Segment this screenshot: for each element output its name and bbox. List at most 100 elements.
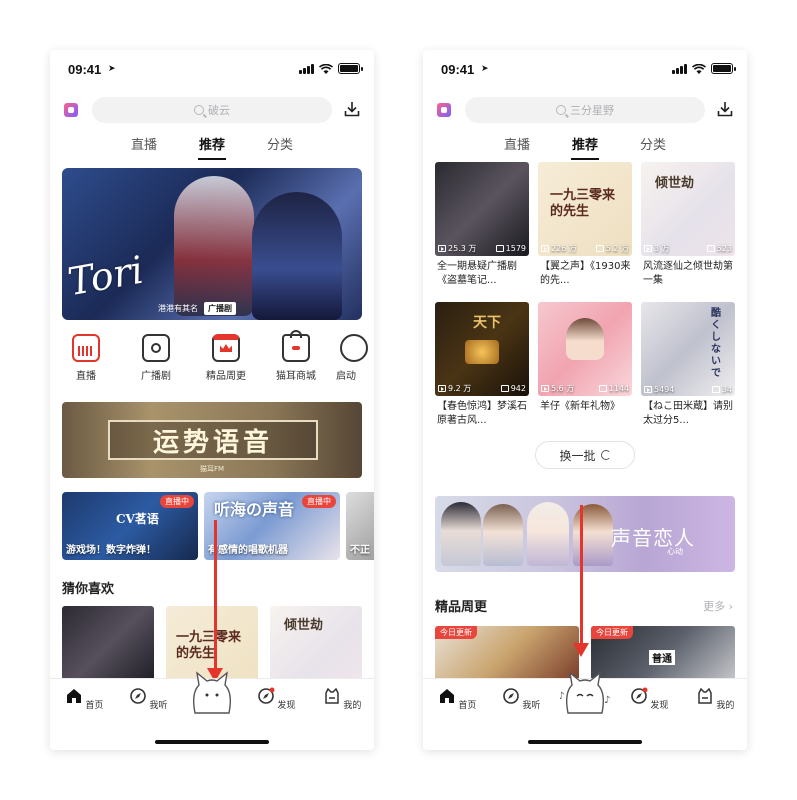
thumb-decoration (465, 340, 499, 364)
battery-icon (711, 63, 736, 74)
search-input[interactable]: 三分星野 (465, 97, 705, 123)
live-icon (72, 334, 100, 362)
quick-link-label: 广播剧 (141, 371, 171, 382)
status-time: 09:41 (441, 62, 475, 77)
refresh-button[interactable]: 换一批 (535, 441, 635, 469)
recommend-thumb[interactable] (62, 606, 154, 686)
cat-mascot-icon[interactable] (187, 669, 237, 717)
app-logo-icon[interactable] (64, 103, 78, 117)
recommend-thumb[interactable]: 酷くしないで 5494 34 (641, 302, 735, 396)
cat-mascot-icon[interactable]: ♪ ♪ (560, 669, 610, 717)
svg-text:♪: ♪ (560, 691, 564, 702)
quick-link-label: 直播 (76, 371, 96, 382)
comment-count: 1579 (505, 244, 526, 253)
live-card[interactable]: CV茗语 直播中 游戏场！数字炸弹！ (62, 492, 198, 560)
tab-category[interactable]: 分类 (640, 134, 666, 158)
recommend-thumb[interactable]: 25.3 万 1579 (435, 162, 529, 256)
tab-label: 我的 (343, 701, 362, 711)
quick-link-shop[interactable]: 猫耳商城 (266, 330, 326, 382)
recommend-thumb[interactable]: 5.6 万 1144 (538, 302, 632, 396)
tab-recommend[interactable]: 推荐 (199, 134, 225, 158)
thumb-caption: 【ねこ田米蔵】请别太过分5... (643, 401, 733, 426)
thumb-stats: 25.3 万 1579 (438, 243, 526, 254)
play-count-icon (541, 245, 549, 252)
top-tabs: 直播 推荐 分类 (50, 134, 374, 158)
status-bar: 09:41 ➤ (50, 50, 374, 90)
tab-me[interactable]: 我的 (322, 687, 362, 711)
banner-character (483, 504, 523, 566)
tab-home[interactable]: 首页 (437, 687, 477, 711)
play-count-icon (438, 385, 446, 392)
signal-icon (672, 63, 687, 74)
home-indicator (155, 740, 269, 744)
play-count: 3 万 (654, 244, 670, 253)
tab-recommend[interactable]: 推荐 (572, 134, 598, 158)
tab-live[interactable]: 直播 (504, 134, 530, 158)
thumb-stats: 9.2 万 942 (438, 383, 526, 394)
download-icon[interactable] (344, 101, 360, 117)
comment-count: 34 (721, 385, 732, 394)
thumb-art-text: 天下 (473, 315, 501, 331)
tab-label: 我的 (716, 701, 735, 711)
fortune-voice-banner[interactable]: 运势语音 猫耳FM (62, 402, 362, 478)
recommend-thumb[interactable]: 一九三零来的先生 226 万 5.2 万 (538, 162, 632, 256)
tab-discover[interactable]: 发现 (256, 687, 296, 711)
discover-icon (630, 687, 648, 704)
search-input[interactable]: 破云 (92, 97, 332, 123)
tab-discover[interactable]: 发现 (629, 687, 669, 711)
play-count: 9.2 万 (448, 384, 472, 393)
banner-caption-main: 港港有其名 (158, 303, 198, 313)
header: 破云 (50, 96, 374, 124)
hero-banner[interactable]: Tori 港港有其名 广播剧 (62, 168, 362, 320)
weekly-thumb[interactable]: 今日更新 (435, 626, 579, 682)
tab-category[interactable]: 分类 (267, 134, 293, 158)
home-icon (439, 689, 454, 703)
location-arrow-icon: ➤ (481, 64, 489, 74)
voice-lover-banner[interactable]: 声音恋人 心动 (435, 496, 735, 572)
play-count-icon (644, 245, 652, 252)
live-card[interactable]: 听海の声音 直播中 有感情的唱歌机器 (204, 492, 340, 560)
quick-link-radio-drama[interactable]: 广播剧 (126, 332, 186, 382)
section-title-guess: 猜你喜欢 (62, 582, 115, 597)
search-icon (194, 105, 204, 115)
thumb-art-text: 倾世劫 (284, 618, 324, 633)
radio-icon (142, 334, 170, 362)
more-link[interactable]: 更多 › (703, 598, 733, 614)
comment-count-icon (500, 385, 509, 392)
app-logo-icon[interactable] (437, 103, 451, 117)
banner-caption-tag: 广播剧 (204, 301, 236, 315)
tab-listen[interactable]: 我听 (501, 687, 541, 711)
bottom-tab-bar: 首页 我听 发现 我的 (50, 671, 374, 750)
canvas: 09:41 ➤ 破云 直播 推荐 分类 Tori 港港有其名 广播剧 直播 广播… (0, 0, 797, 800)
comment-count-icon (598, 385, 607, 392)
tab-me[interactable]: 我的 (695, 687, 735, 711)
recommend-thumb[interactable]: 倾世劫 (270, 606, 362, 686)
live-card[interactable]: 不正 (346, 492, 374, 560)
refresh-icon (600, 450, 611, 460)
play-count-icon (541, 385, 549, 392)
download-icon[interactable] (717, 101, 733, 117)
live-card-art: CV茗语 (116, 512, 159, 526)
location-arrow-icon: ➤ (108, 64, 116, 74)
status-bar: 09:41 ➤ (423, 50, 747, 90)
weekly-thumb[interactable]: 今日更新 普通 (591, 626, 735, 682)
play-count-icon (438, 245, 446, 252)
tab-home[interactable]: 首页 (64, 687, 104, 711)
tab-label: 我听 (522, 701, 541, 711)
comment-count: 523 (716, 244, 732, 253)
play-count: 5.6 万 (551, 384, 575, 393)
banner-character (441, 502, 481, 566)
tab-listen[interactable]: 我听 (128, 687, 168, 711)
tab-live[interactable]: 直播 (131, 134, 157, 158)
quick-link-weekly[interactable]: 精品周更 (196, 332, 256, 382)
svg-text:♪: ♪ (604, 695, 610, 706)
thumb-caption: 【翼之声】《1930来的先... (540, 261, 631, 286)
recommend-thumb[interactable]: 倾世劫 3 万 523 (641, 162, 735, 256)
quick-link-live[interactable]: 直播 (56, 332, 116, 382)
quick-link-more[interactable]: 启动 (336, 332, 374, 382)
banner-character (573, 504, 613, 566)
recommend-thumb[interactable]: 天下 9.2 万 942 (435, 302, 529, 396)
banner-caption: 港港有其名 广播剧 (158, 300, 358, 316)
refresh-label: 换一批 (559, 448, 596, 463)
compass-icon (502, 688, 519, 704)
